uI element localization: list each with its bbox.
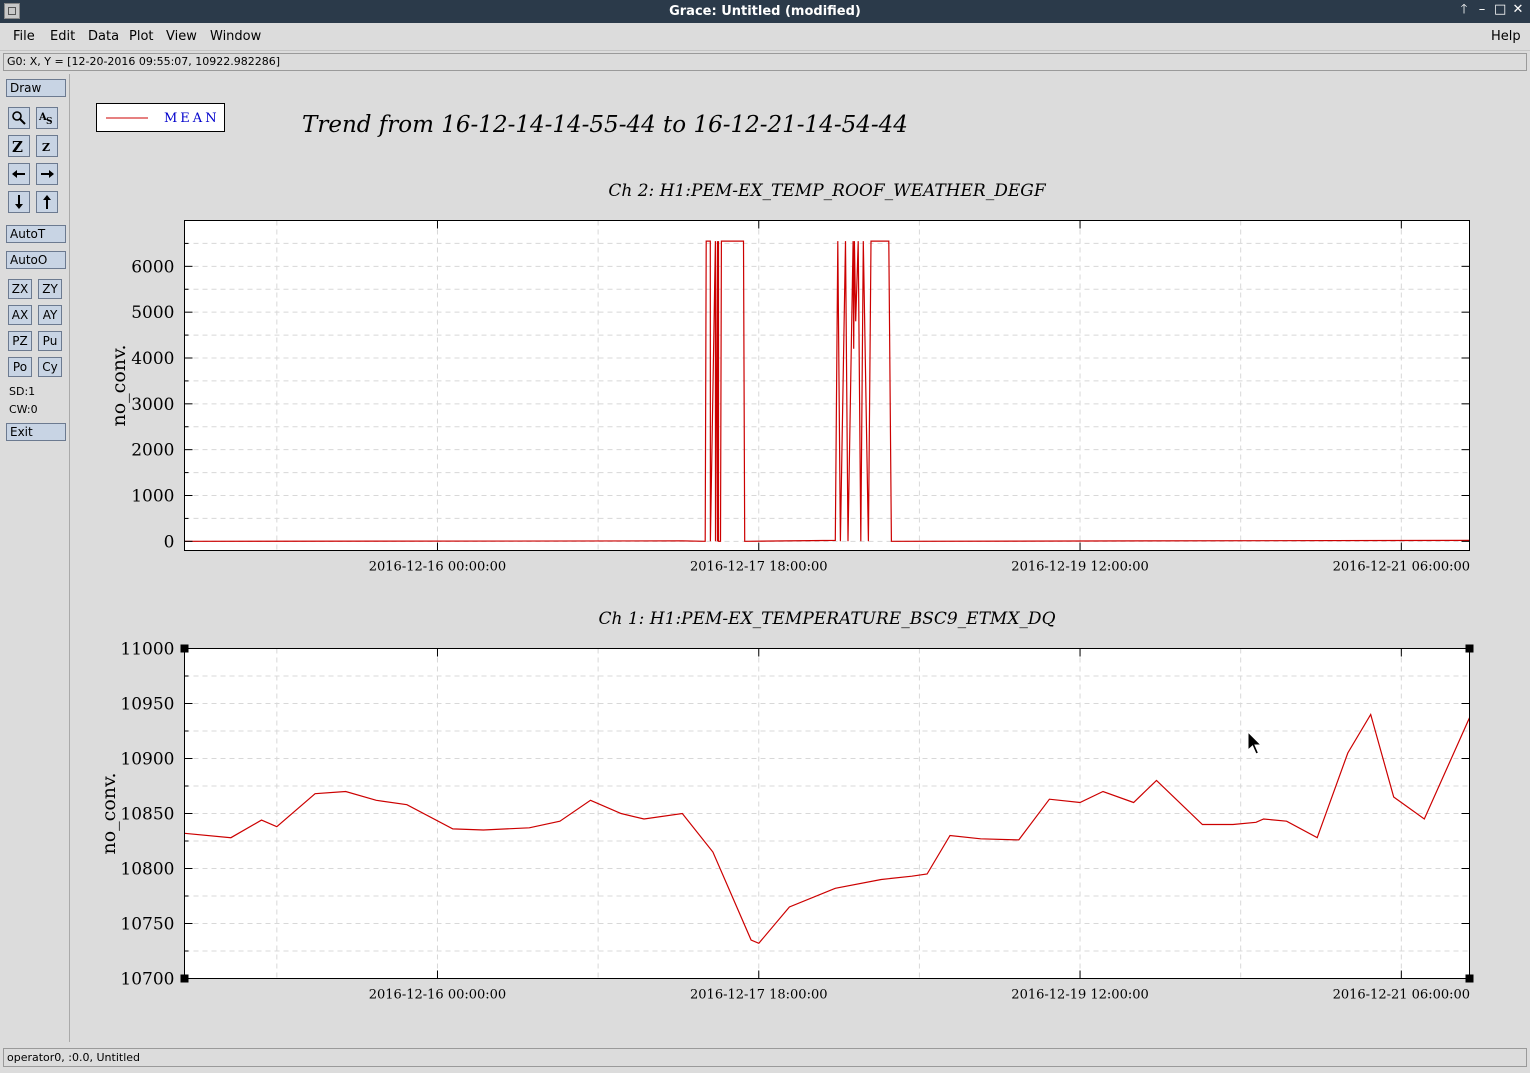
arrow-down-icon (15, 195, 23, 209)
maximize-icon[interactable]: □ (1494, 3, 1506, 17)
y-tick-label: 10800 (120, 860, 174, 880)
zy-button[interactable]: ZY (38, 279, 62, 299)
draw-button[interactable]: Draw (6, 79, 66, 97)
chart-title: Ch 2: H1:PEM-EX_TEMP_ROOF_WEATHER_DEGF (608, 181, 1046, 201)
minimize-icon[interactable]: – (1476, 3, 1488, 17)
plot-background (184, 220, 1470, 551)
ay-button[interactable]: AY (38, 305, 62, 325)
zoom-in-icon[interactable]: Z (8, 135, 30, 157)
menu-plot[interactable]: Plot (129, 29, 154, 44)
y-tick-label: 0 (164, 532, 175, 552)
as-icon: AS (38, 112, 53, 127)
scroll-down-icon[interactable] (8, 191, 30, 213)
y-tick-label: 10900 (120, 750, 174, 770)
y-tick-label: 11000 (120, 640, 174, 660)
scroll-up-icon[interactable] (36, 191, 58, 213)
x-tick-label: 2016-12-16 00:00:00 (369, 988, 506, 1003)
scroll-right-icon[interactable] (36, 163, 58, 185)
big-z-icon: Z (12, 138, 23, 156)
current-world-label: CW:0 (9, 403, 38, 416)
graph-area[interactable]: MEAN Trend from 16-12-14-14-55-44 to 16-… (70, 74, 1527, 1042)
menu-view[interactable]: View (166, 29, 197, 44)
arrow-up-icon (43, 195, 51, 209)
ax-button[interactable]: AX (8, 305, 32, 325)
y-tick-label: 2000 (131, 441, 174, 461)
zx-button[interactable]: ZX (8, 279, 32, 299)
magnifier-icon (12, 111, 26, 125)
plot-canvas[interactable]: MEAN Trend from 16-12-14-14-55-44 to 16-… (70, 74, 1527, 1042)
zoom-out-icon[interactable]: Z (36, 135, 58, 157)
y-axis-label: no_conv. (98, 772, 120, 854)
scroll-left-icon[interactable] (8, 163, 30, 185)
y-tick-label: 10850 (120, 805, 174, 825)
menubar: File Edit Data Plot View Window Help (0, 23, 1530, 51)
svg-text:S: S (46, 117, 53, 127)
chart-title: Ch 1: H1:PEM-EX_TEMPERATURE_BSC9_ETMX_DQ (599, 609, 1056, 629)
bottom-status: operator0, :0.0, Untitled (3, 1048, 1527, 1067)
zoom-magnifier-icon[interactable] (8, 107, 30, 129)
raise-window-icon[interactable]: 🡑 (1458, 3, 1470, 17)
y-tick-label: 5000 (131, 303, 174, 323)
menu-help[interactable]: Help (1491, 29, 1521, 44)
menu-data[interactable]: Data (88, 29, 119, 44)
legend[interactable]: MEAN (96, 103, 225, 132)
window-titlebar: Grace: Untitled (modified) 🡑 – □ ✕ (0, 0, 1530, 23)
menu-file[interactable]: File (13, 29, 35, 44)
y-axis-label: no_conv. (108, 344, 130, 426)
graph-ch2[interactable]: 0 1000 2000 3000 4000 5000 6000 2016-12-16 00:0… (108, 181, 1470, 575)
x-tick-label: 2016-12-17 18:00:00 (690, 988, 827, 1003)
y-tick-label: 10700 (120, 970, 174, 990)
graph-ch1[interactable]: 10700 10750 10800 10850 10900 10950 11000 2016-… (98, 609, 1474, 1003)
selection-handle[interactable] (1465, 974, 1474, 983)
po-button[interactable]: Po (8, 357, 32, 377)
close-icon[interactable]: ✕ (1512, 3, 1524, 17)
arrow-right-icon (41, 170, 54, 178)
svg-text:Z: Z (12, 138, 23, 156)
pz-button[interactable]: PZ (8, 331, 32, 351)
small-z-icon: Z (42, 141, 50, 154)
y-tick-label: 10950 (120, 695, 174, 715)
menu-edit[interactable]: Edit (50, 29, 75, 44)
y-tick-label: 1000 (131, 487, 174, 507)
selection-handle[interactable] (180, 974, 189, 983)
stack-depth-label: SD:1 (9, 385, 36, 398)
autoscale-text-icon[interactable]: AS (36, 107, 58, 129)
window-title: Grace: Untitled (modified) (669, 4, 861, 19)
main-title: Trend from 16-12-14-14-55-44 to 16-12-21… (302, 112, 908, 138)
x-tick-label: 2016-12-19 12:00:00 (1011, 560, 1148, 575)
selection-handle[interactable] (180, 644, 189, 653)
left-toolbar: Draw AS Z Z AutoT AutoO ZX ZY AX AY PZ P… (3, 74, 70, 1042)
svg-text:Z: Z (42, 141, 50, 154)
legend-label: MEAN (164, 111, 220, 126)
autoo-button[interactable]: AutoO (6, 251, 66, 269)
autot-button[interactable]: AutoT (6, 225, 66, 243)
y-tick-label: 6000 (131, 257, 174, 277)
x-tick-label: 2016-12-21 06:00:00 (1333, 988, 1470, 1003)
y-tick-label: 3000 (131, 395, 174, 415)
menu-window[interactable]: Window (210, 29, 261, 44)
locator-readout: G0: X, Y = [12-20-2016 09:55:07, 10922.9… (3, 53, 1527, 71)
exit-button[interactable]: Exit (6, 423, 66, 441)
y-tick-label: 4000 (131, 349, 174, 369)
x-tick-label: 2016-12-19 12:00:00 (1011, 988, 1148, 1003)
x-tick-label: 2016-12-17 18:00:00 (690, 560, 827, 575)
x-tick-label: 2016-12-21 06:00:00 (1333, 560, 1470, 575)
pu-button[interactable]: Pu (38, 331, 62, 351)
arrow-left-icon (12, 170, 25, 178)
x-tick-label: 2016-12-16 00:00:00 (369, 560, 506, 575)
cy-button[interactable]: Cy (38, 357, 62, 377)
y-tick-label: 10750 (120, 915, 174, 935)
selection-handle[interactable] (1465, 644, 1474, 653)
